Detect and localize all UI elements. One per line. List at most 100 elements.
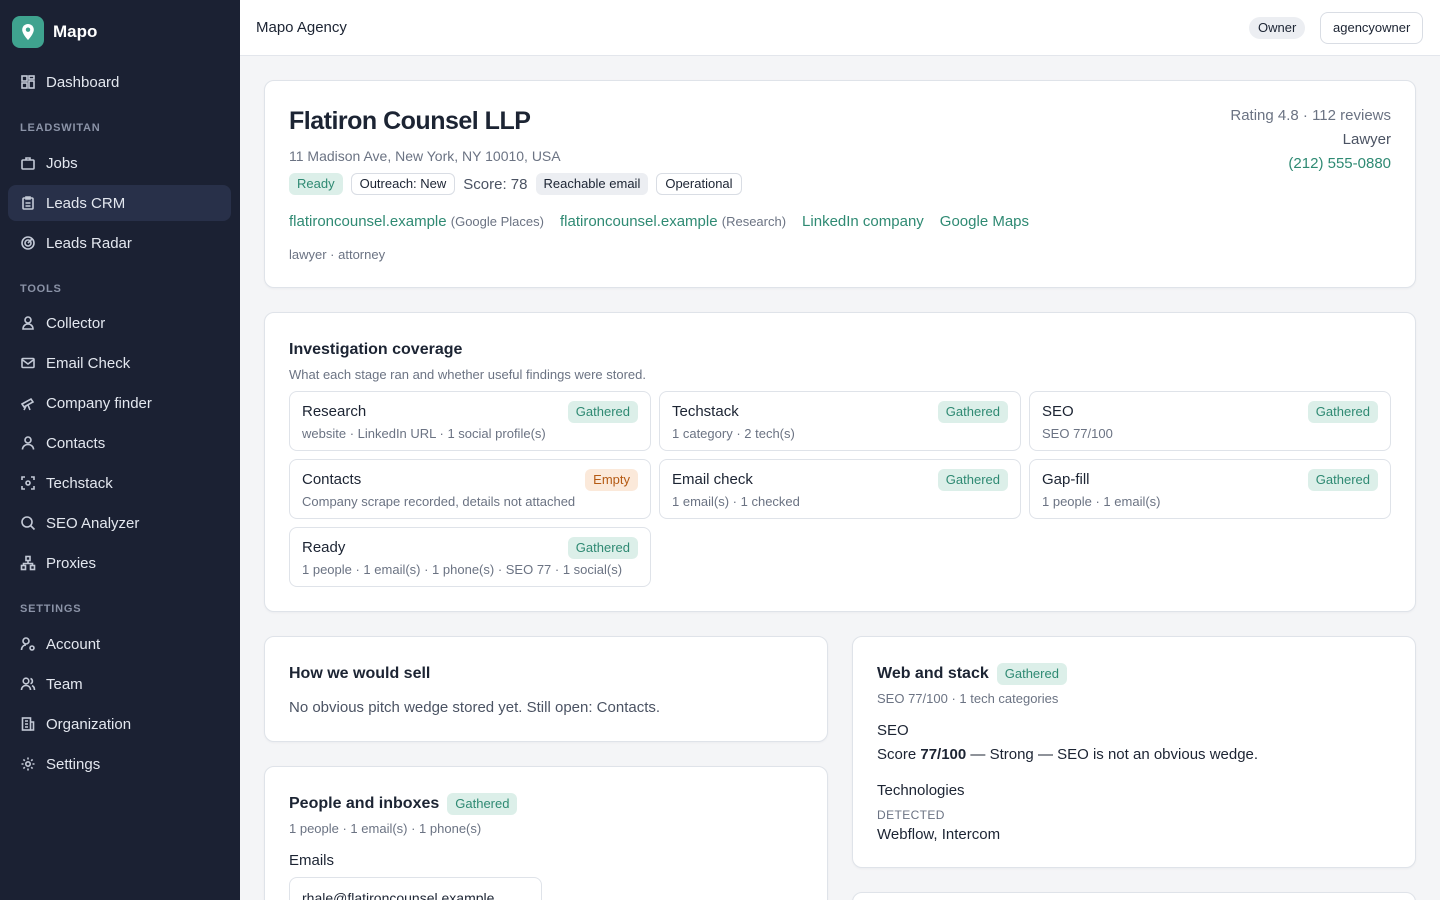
sidebar-item-label: Leads CRM xyxy=(46,194,126,212)
sidebar-item-team[interactable]: Team xyxy=(8,666,231,702)
stage-title: Techstack xyxy=(672,403,739,420)
mail-icon xyxy=(20,355,36,371)
workspace-title: Mapo Agency xyxy=(256,19,347,36)
sidebar-item-seo-analyzer[interactable]: SEO Analyzer xyxy=(8,505,231,541)
seo-text: Score 77/100 — Strong — SEO is not an ob… xyxy=(877,746,1258,763)
stage-summary: website · LinkedIn URL · 1 social profil… xyxy=(302,426,546,441)
search-icon xyxy=(20,515,36,531)
sidebar-item-organization[interactable]: Organization xyxy=(8,706,231,742)
stage-summary: 1 people · 1 email(s) xyxy=(1042,494,1161,509)
status-badge: Gathered xyxy=(1307,469,1378,491)
sidebar-item-label: Jobs xyxy=(46,154,78,172)
user-icon xyxy=(20,435,36,451)
sidebar-item-company-finder[interactable]: Company finder xyxy=(8,385,231,421)
google-maps-link[interactable]: Google Maps xyxy=(940,213,1029,230)
sidebar-item-label: Team xyxy=(46,675,83,693)
linkedin-link[interactable]: LinkedIn company xyxy=(802,213,924,230)
gear-icon xyxy=(20,756,36,772)
email-value: rhale@flatironcounsel.example xyxy=(302,890,495,900)
detected-value: Webflow, Intercom xyxy=(877,826,1001,843)
sidebar-item-account[interactable]: Account xyxy=(8,626,231,662)
technologies-label: Technologies xyxy=(877,782,965,799)
sidebar-item-label: Dashboard xyxy=(46,73,120,91)
sidebar-item-label: Techstack xyxy=(46,474,113,492)
users-icon xyxy=(20,676,36,692)
stage-title: Email check xyxy=(672,471,753,488)
coverage-card: Investigation coverage What each stage r… xyxy=(264,312,1416,612)
stage-ready[interactable]: Ready 1 people · 1 email(s) · 1 phone(s)… xyxy=(289,527,651,587)
seo-label: SEO xyxy=(877,722,909,739)
outreach-badge: Outreach: New xyxy=(350,173,456,195)
building-icon xyxy=(20,716,36,732)
sidebar-item-label: Organization xyxy=(46,715,132,733)
detected-label: DETECTED xyxy=(877,808,945,822)
category-text: Lawyer xyxy=(1342,131,1391,148)
phone-link[interactable]: (212) 555-0880 xyxy=(1288,155,1391,172)
briefcase-icon xyxy=(20,155,36,171)
seo-prefix: Score xyxy=(877,746,921,763)
sidebar-item-label: Email Check xyxy=(46,354,131,372)
stage-summary: 1 email(s) · 1 checked xyxy=(672,494,800,509)
link-source: (Research) xyxy=(721,214,787,229)
sidebar-item-leads-radar[interactable]: Leads Radar xyxy=(8,225,231,261)
score-text: Score: 78 xyxy=(463,175,528,193)
status-badge: Ready xyxy=(289,173,343,195)
sell-text: No obvious pitch wedge stored yet. Still… xyxy=(289,699,661,716)
brand-name: Mapo xyxy=(53,22,98,41)
link-text[interactable]: flatironcounsel.example xyxy=(289,213,447,230)
status-badge: Gathered xyxy=(447,793,518,815)
web-stack-card: Web and stack Gathered SEO 77/100 · 1 te… xyxy=(852,636,1416,868)
sidebar-item-label: Leads Radar xyxy=(46,234,132,252)
lead-tags: lawyer · attorney xyxy=(289,247,386,262)
stage-contacts[interactable]: Contacts Company scrape recorded, detail… xyxy=(289,459,651,519)
website-link-places[interactable]: flatironcounsel.example (Google Places) xyxy=(289,213,544,230)
people-card: People and inboxes Gathered 1 people · 1… xyxy=(264,766,828,900)
sidebar-item-label: Settings xyxy=(46,755,101,773)
brand[interactable]: Mapo xyxy=(0,0,240,64)
people-summary: 1 people · 1 email(s) · 1 phone(s) xyxy=(289,821,482,836)
people-header: People and inboxes Gathered xyxy=(289,793,518,815)
sidebar-item-email-check[interactable]: Email Check xyxy=(8,345,231,381)
rating-text: Rating 4.8 · 112 reviews xyxy=(1230,107,1391,124)
status-badge: Gathered xyxy=(567,401,638,423)
stage-research[interactable]: Research website · LinkedIn URL · 1 soci… xyxy=(289,391,651,451)
website-link-research[interactable]: flatironcounsel.example (Research) xyxy=(560,213,786,230)
stage-techstack[interactable]: Techstack 1 category · 2 tech(s) Gathere… xyxy=(659,391,1021,451)
sidebar-item-contacts[interactable]: Contacts xyxy=(8,425,231,461)
people-title: People and inboxes xyxy=(289,795,440,812)
sidebar-item-dashboard[interactable]: Dashboard xyxy=(8,64,231,100)
web-summary: SEO 77/100 · 1 tech categories xyxy=(877,691,1059,706)
top-bar: Mapo Agency Owner agencyowner xyxy=(240,0,1440,56)
lead-address: 11 Madison Ave, New York, NY 10010, USA xyxy=(289,148,561,164)
sidebar-item-jobs[interactable]: Jobs xyxy=(8,145,231,181)
email-row[interactable]: rhale@flatironcounsel.example xyxy=(289,877,542,900)
scan-icon xyxy=(20,475,36,491)
stage-title: Gap-fill xyxy=(1042,471,1090,488)
role-badge: Owner xyxy=(1249,17,1306,39)
sidebar-section-title: LEADSWITAN xyxy=(20,122,101,134)
sidebar-item-collector[interactable]: Collector xyxy=(8,305,231,341)
sidebar-item-techstack[interactable]: Techstack xyxy=(8,465,231,501)
link-text[interactable]: flatironcounsel.example xyxy=(560,213,718,230)
seo-suffix: — Strong — SEO is not an obvious wedge. xyxy=(966,746,1259,763)
lead-header-card: Flatiron Counsel LLP 11 Madison Ave, New… xyxy=(264,80,1416,288)
sidebar-item-settings[interactable]: Settings xyxy=(8,746,231,782)
email-badge: Reachable email xyxy=(535,173,649,195)
clipboard-icon xyxy=(20,195,36,211)
stage-email-check[interactable]: Email check 1 email(s) · 1 checked Gathe… xyxy=(659,459,1021,519)
sidebar-item-label: Proxies xyxy=(46,554,97,572)
collector-icon xyxy=(20,315,36,331)
stage-title: Research xyxy=(302,403,367,420)
sidebar-item-label: SEO Analyzer xyxy=(46,514,140,532)
stage-gap-fill[interactable]: Gap-fill 1 people · 1 email(s) Gathered xyxy=(1029,459,1391,519)
sidebar-item-leads-crm[interactable]: Leads CRM xyxy=(8,185,231,221)
web-title: Web and stack xyxy=(877,665,989,682)
lead-name: Flatiron Counsel LLP xyxy=(289,107,531,135)
sidebar-section-title: TOOLS xyxy=(20,283,62,295)
sidebar-item-label: Collector xyxy=(46,314,106,332)
sidebar-item-proxies[interactable]: Proxies xyxy=(8,545,231,581)
user-menu-button[interactable]: agencyowner xyxy=(1320,12,1424,44)
stage-seo[interactable]: SEO SEO 77/100 Gathered xyxy=(1029,391,1391,451)
map-pin-icon xyxy=(12,16,44,48)
telescope-icon xyxy=(20,395,36,411)
